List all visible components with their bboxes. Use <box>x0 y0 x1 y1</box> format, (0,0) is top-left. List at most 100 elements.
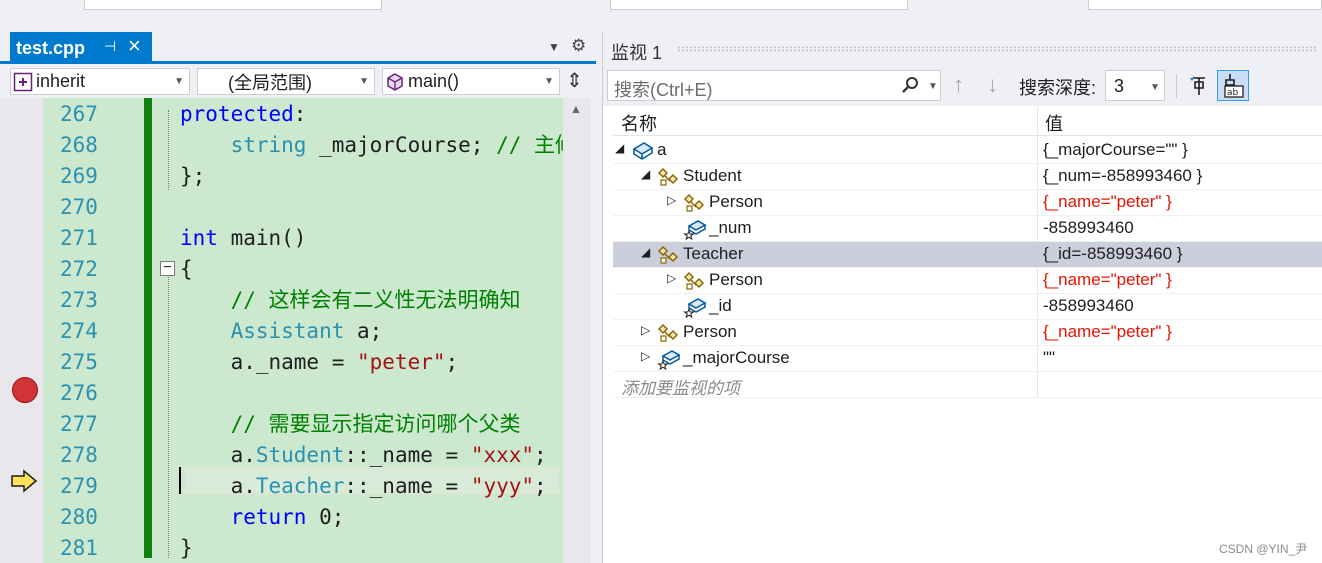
watch-item-name[interactable]: Student <box>683 166 742 186</box>
watch-item-value[interactable]: -858993460 <box>1043 218 1134 238</box>
code-line[interactable]: 274 Assistant a; <box>0 316 563 347</box>
code-line[interactable]: 270 <box>0 192 563 223</box>
add-watch-row[interactable]: 添加要监视的项 <box>613 372 1322 398</box>
add-watch-placeholder[interactable]: 添加要监视的项 <box>621 374 740 399</box>
watch-row[interactable]: ▷ _majorCourse "" <box>613 346 1322 372</box>
code-line[interactable]: 272 { <box>0 254 563 285</box>
column-header-value[interactable]: 值 <box>1045 110 1063 136</box>
code-line[interactable]: 276 <box>0 378 563 409</box>
collapse-arrow-icon[interactable]: ◢ <box>615 141 624 155</box>
watch-row[interactable]: ▷ Person {_name="peter" } <box>613 320 1322 346</box>
watch-item-value[interactable]: {_name="peter" } <box>1043 270 1172 290</box>
project-combo[interactable]: inherit ▼ <box>10 68 190 95</box>
column-header-name[interactable]: 名称 <box>621 110 657 136</box>
watch-item-name[interactable]: _num <box>709 218 752 238</box>
code-area[interactable]: − 267 protected: 268 string _majorCourse; … <box>0 98 596 563</box>
line-code: return 0; <box>180 502 345 533</box>
watch-item-value[interactable]: {_name="peter" } <box>1043 192 1172 212</box>
code-token: main() <box>217 226 307 250</box>
watermark: CSDN @YIN_尹 <box>1219 542 1308 556</box>
field-icon <box>657 347 681 371</box>
vertical-scrollbar[interactable]: ▲ <box>563 98 591 563</box>
code-token: ::_name = <box>344 443 471 467</box>
code-line[interactable]: 277 // 需要显示指定访问哪个父类 <box>0 409 563 440</box>
watch-item-name[interactable]: Person <box>709 192 763 212</box>
collapse-arrow-icon[interactable]: ◢ <box>641 167 650 181</box>
code-line[interactable]: 278 a.Student::_name = "xxx"; <box>0 440 563 471</box>
pin-source-icon[interactable] <box>1183 70 1215 101</box>
scroll-up-icon[interactable]: ▲ <box>570 102 582 116</box>
split-window-icon[interactable]: ⇕ <box>566 68 583 93</box>
code-line[interactable]: 268 string _majorCourse; // 主修 <box>0 130 576 161</box>
watch-item-name[interactable]: _id <box>709 296 732 316</box>
watch-title-bar[interactable]: 监视 1 <box>603 32 1322 66</box>
expand-arrow-icon[interactable]: ▷ <box>641 349 650 363</box>
code-line[interactable]: 269}; <box>0 161 563 192</box>
code-line[interactable]: 281} <box>0 533 563 563</box>
watch-item-value[interactable]: {_id=-858993460 } <box>1043 244 1182 264</box>
debug-location-toolbar <box>0 0 1322 14</box>
expand-arrow-icon[interactable]: ▷ <box>667 271 676 285</box>
search-previous-icon[interactable]: ↑ <box>953 72 964 98</box>
watch-item-name[interactable]: Person <box>709 270 763 290</box>
gear-icon[interactable]: ⚙ <box>571 36 586 56</box>
watch-row[interactable]: ▷ Person {_name="peter" } <box>613 190 1322 216</box>
collapse-arrow-icon[interactable]: ◢ <box>641 245 650 259</box>
search-depth-label: 搜索深度: <box>1019 78 1097 98</box>
watch-item-name[interactable]: a <box>657 140 666 160</box>
process-combo[interactable] <box>84 0 382 10</box>
watch-row[interactable]: ◢ Teacher {_id=-858993460 } <box>613 242 1322 268</box>
watch-item-value[interactable]: {_majorCourse="" } <box>1043 140 1188 160</box>
code-line[interactable]: 267 protected: <box>0 99 563 130</box>
code-line[interactable]: 279 a.Teacher::_name = "yyy"; <box>0 471 563 502</box>
search-depth-combo[interactable]: 3 ▼ <box>1105 70 1165 101</box>
watch-item-value[interactable]: "" <box>1043 348 1055 368</box>
tab-list-dropdown-icon[interactable]: ▼ <box>548 40 560 54</box>
line-number: 277 <box>60 412 98 436</box>
line-number: 267 <box>60 102 98 126</box>
line-code: int main() <box>180 223 306 254</box>
view-string-format-icon[interactable]: ab <box>1217 70 1249 101</box>
expand-arrow-icon[interactable]: ▷ <box>641 323 650 337</box>
line-number: 272 <box>60 257 98 281</box>
watch-item-name[interactable]: Teacher <box>683 244 743 264</box>
line-number: 278 <box>60 443 98 467</box>
thread-combo[interactable] <box>610 0 908 10</box>
watch-row[interactable]: _num -858993460 <box>613 216 1322 242</box>
watch-item-name[interactable]: Person <box>683 322 737 342</box>
stack-frame-combo[interactable] <box>1088 0 1322 10</box>
watch-item-value[interactable]: {_num=-858993460 } <box>1043 166 1202 186</box>
code-line[interactable]: 275 a._name = "peter"; <box>0 347 563 378</box>
watch-row[interactable]: ◢ a {_majorCourse="" } <box>613 138 1322 164</box>
search-icon[interactable] <box>900 75 920 100</box>
line-number: 273 <box>60 288 98 312</box>
watch-search-input[interactable]: 搜索(Ctrl+E) ▼ <box>607 70 941 101</box>
line-code: a._name = "peter"; <box>180 347 459 378</box>
watch-item-value[interactable]: {_name="peter" } <box>1043 322 1172 342</box>
search-next-icon[interactable]: ↓ <box>987 72 998 98</box>
code-token: a. <box>180 474 256 498</box>
code-token: ; <box>445 350 459 374</box>
watch-item-value[interactable]: -858993460 <box>1043 296 1134 316</box>
code-token: ::_name = <box>344 474 471 498</box>
line-number: 271 <box>60 226 98 250</box>
code-token: 0; <box>306 505 345 529</box>
code-line[interactable]: 280 return 0; <box>0 502 563 533</box>
code-line[interactable]: 271 int main() <box>0 223 563 254</box>
member-combo[interactable]: main() ▼ <box>382 68 560 95</box>
pin-icon[interactable]: ⊣ <box>104 38 116 55</box>
chevron-down-icon[interactable]: ▼ <box>928 81 938 92</box>
watch-row[interactable]: _id -858993460 <box>613 294 1322 320</box>
line-number: 280 <box>60 505 98 529</box>
watch-row[interactable]: ◢ Student {_num=-858993460 } <box>613 164 1322 190</box>
watch-item-name[interactable]: _majorCourse <box>683 348 790 368</box>
watch-row[interactable]: ▷ Person {_name="peter" } <box>613 268 1322 294</box>
close-icon[interactable]: × <box>128 33 141 59</box>
tab-test-cpp[interactable]: test.cpp ⊣ × <box>10 32 152 64</box>
code-token: Assistant <box>230 319 345 343</box>
expand-arrow-icon[interactable]: ▷ <box>667 193 676 207</box>
scope-combo[interactable]: (全局范围) ▼ <box>197 68 375 95</box>
code-line[interactable]: 273 // 这样会有二义性无法明确知 <box>0 285 563 316</box>
line-number: 276 <box>60 381 98 405</box>
chevron-down-icon: ▼ <box>1150 82 1160 93</box>
